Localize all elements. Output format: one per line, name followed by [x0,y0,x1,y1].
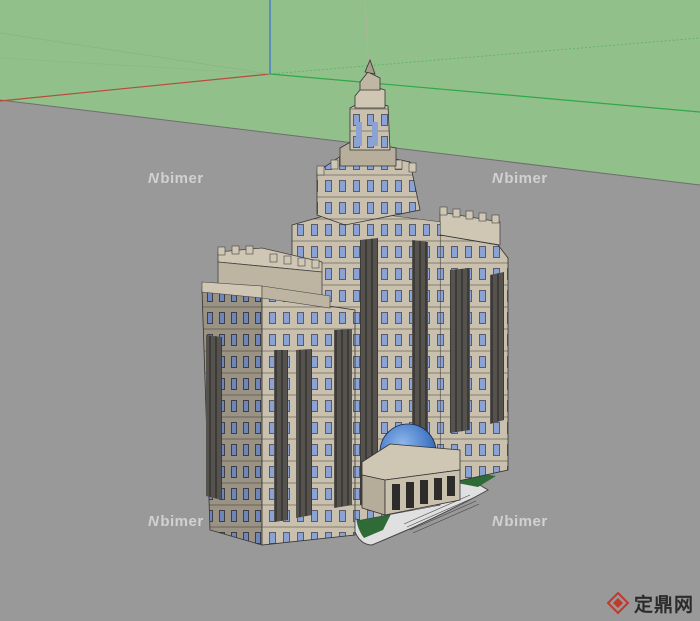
brand-text: 定鼎网 [633,593,694,616]
viewport-3d[interactable]: Nbimer Nbimer Nbimer Nbimer 定鼎网 [0,0,700,621]
watermark-n-icon: N [492,170,504,187]
diamond-logo-icon [606,591,630,615]
model-scene[interactable] [0,0,700,621]
brand-badge: 定鼎网 [606,589,694,617]
watermark-top-left: Nbimer [148,170,204,187]
right-wing [439,206,509,486]
watermark-n-icon: N [492,513,504,530]
watermark-n-icon: N [148,170,160,187]
watermark-top-right: Nbimer [492,170,548,187]
watermark-bottom-right: Nbimer [492,513,548,530]
watermark-bottom-left: Nbimer [148,513,204,530]
watermark-n-icon: N [148,513,160,530]
